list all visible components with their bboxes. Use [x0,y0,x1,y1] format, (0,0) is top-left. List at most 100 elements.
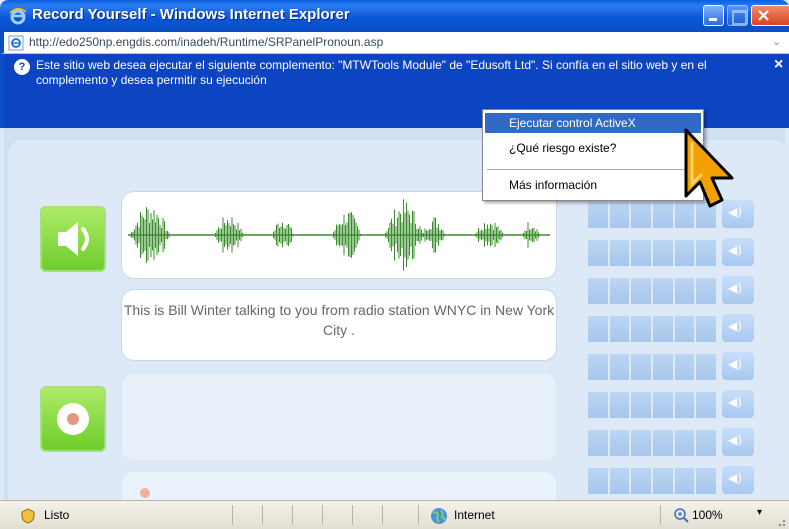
score-segment [588,278,608,304]
score-segment [588,468,608,494]
score-segment [696,468,717,494]
score-segment [696,430,717,456]
score-bar [588,316,717,342]
record-indicator-icon [140,488,150,498]
status-divider [322,505,323,525]
score-segment [609,278,630,304]
score-segment [631,278,652,304]
ie-window: Record Yourself - Windows Internet Explo… [0,0,789,529]
sentence-text: This is Bill Winter talking to you from … [123,302,555,338]
address-bar[interactable]: http://edo250np.engdis.com/inadeh/Runtim… [0,32,789,54]
ie-logo-icon [9,7,27,25]
play-recording-button[interactable] [722,390,754,418]
close-button[interactable]: × [751,5,789,26]
score-segment [696,240,717,266]
score-segment [674,240,695,266]
score-segment [588,316,608,342]
window-title: Record Yourself - Windows Internet Explo… [32,6,350,23]
score-segment [631,468,652,494]
sentence-box: This is Bill Winter talking to you from … [122,290,556,360]
score-segment [609,430,630,456]
globe-icon [431,508,447,524]
score-bar [588,240,717,266]
page-icon [8,35,24,51]
score-segment [609,202,630,228]
infobar-message[interactable]: Este sitio web desea ejecutar el siguien… [36,58,756,88]
score-segment [588,240,608,266]
recording-box [122,374,556,460]
score-bar [588,468,717,494]
warning-shield-icon [21,508,35,524]
play-recording-button[interactable] [722,276,754,304]
play-recording-button[interactable] [722,352,754,380]
zoom-icon [674,508,689,523]
speaker-icon [58,222,89,256]
status-divider [232,505,233,525]
resize-grip-icon[interactable] [773,514,787,528]
score-segment [609,468,630,494]
score-segment [653,240,673,266]
menu-item-what-risk[interactable]: ¿Qué riesgo existe? [485,138,701,158]
status-divider [418,505,419,525]
score-segment [631,392,652,418]
address-dropdown-icon[interactable]: ⌄ [772,35,781,48]
score-segment [653,278,673,304]
context-menu: Ejecutar control ActiveX ¿Qué riesgo exi… [482,109,704,201]
score-segment [674,316,695,342]
score-segment [696,354,717,380]
maximize-button[interactable] [727,5,748,26]
status-divider [262,505,263,525]
score-segment [653,468,673,494]
score-segment [588,430,608,456]
second-recording-box [122,472,556,500]
score-segment [588,392,608,418]
score-segment [588,354,608,380]
infobar-close-icon[interactable]: × [774,56,783,74]
score-segment [588,202,608,228]
security-zone[interactable]: Internet [454,508,495,522]
play-recording-button[interactable] [722,428,754,456]
url-text[interactable]: http://edo250np.engdis.com/inadeh/Runtim… [29,35,383,49]
status-divider [660,505,661,525]
status-divider [352,505,353,525]
zoom-dropdown-icon[interactable]: ▾ [757,507,762,518]
score-segment [609,316,630,342]
status-divider [382,505,383,525]
score-segment [631,316,652,342]
cursor-arrow-icon [684,128,734,208]
listen-button[interactable] [40,206,106,272]
score-segment [696,278,717,304]
title-bar[interactable]: Record Yourself - Windows Internet Explo… [0,0,789,32]
score-segment [674,278,695,304]
menu-item-more-info[interactable]: Más información [485,175,701,195]
score-segment [653,392,673,418]
close-icon: × [756,5,772,26]
menu-separator [487,169,699,170]
play-recording-button[interactable] [722,314,754,342]
status-text: Listo [44,508,70,522]
waveform-box [122,192,556,278]
score-bar [588,278,717,304]
score-segment [609,392,630,418]
score-segment [653,202,673,228]
zoom-level[interactable]: 100% [692,508,723,522]
score-segment [674,354,695,380]
score-segment [696,316,717,342]
minimize-button[interactable] [703,5,724,26]
score-segment [631,240,652,266]
score-segment [631,202,652,228]
play-recording-button[interactable] [722,238,754,266]
score-bar [588,430,717,456]
score-bar [588,354,717,380]
record-button[interactable] [40,386,106,452]
score-segment [609,240,630,266]
score-segment [696,392,717,418]
score-segment [653,316,673,342]
record-icon [57,403,89,435]
score-segment [609,354,630,380]
menu-item-run-activex[interactable]: Ejecutar control ActiveX [485,113,701,133]
waveform [128,199,550,271]
score-segment [674,430,695,456]
status-divider [292,505,293,525]
play-recording-button[interactable] [722,466,754,494]
